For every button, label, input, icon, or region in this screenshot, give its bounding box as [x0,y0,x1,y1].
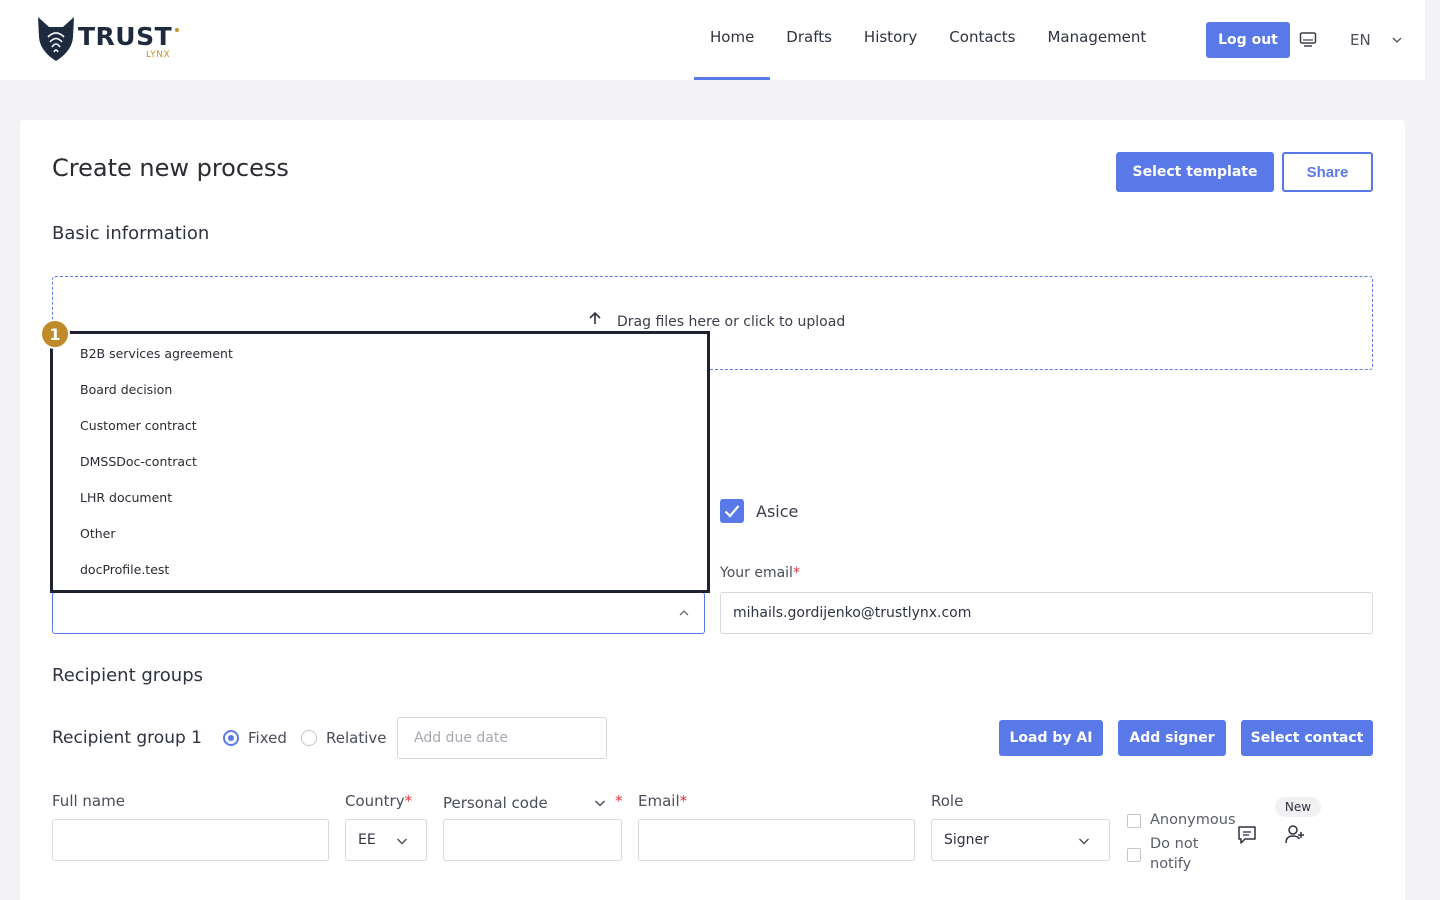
page-title: Create new process [52,154,289,182]
personal-code-input[interactable] [443,819,622,861]
upload-arrow-icon [589,311,601,324]
anonymous-label: Anonymous [1150,812,1236,828]
role-value: Signer [944,832,989,848]
monitor-icon[interactable] [1299,31,1317,49]
required-mark: * [404,792,413,810]
share-button[interactable]: Share [1282,152,1373,192]
comment-icon[interactable] [1236,824,1258,846]
dropdown-option[interactable]: LHR document [80,490,172,505]
select-contact-button[interactable]: Select contact [1241,720,1373,756]
new-badge: New [1275,797,1321,817]
step-badge: 1 [40,319,70,349]
logout-button[interactable]: Log out [1206,22,1290,58]
relative-radio[interactable] [301,730,317,746]
email-input[interactable] [638,819,915,861]
your-email-label: Your email* [720,565,800,581]
due-date-input[interactable]: Add due date [397,717,607,759]
nav-drafts[interactable]: Drafts [770,0,848,77]
basic-information-heading: Basic information [52,223,210,244]
recipient-group-title: Recipient group 1 [52,728,202,748]
personal-code-label: Personal code [443,794,548,812]
add-user-icon[interactable] [1284,823,1306,845]
chevron-down-icon [397,838,407,845]
anonymous-checkbox[interactable] [1127,814,1141,828]
nav-management[interactable]: Management [1031,0,1162,77]
your-email-value: mihails.gordijenko@trustlynx.com [733,605,972,621]
dropdown-option[interactable]: Board decision [80,382,172,397]
country-label-text: Country [345,792,405,810]
relative-label: Relative [326,729,387,747]
logo-subtitle: LYNX [145,50,171,60]
chevron-up-icon [679,610,689,616]
nav-home[interactable]: Home [694,0,771,80]
country-select[interactable]: EE [345,819,427,861]
your-email-field[interactable]: mihails.gordijenko@trustlynx.com [720,592,1373,634]
personal-code-required-mark: * [615,792,623,810]
upload-hint: Drag files here or click to upload [617,314,846,330]
country-label: Country* [345,792,412,810]
chevron-down-icon[interactable] [594,797,606,809]
required-mark: * [679,792,688,810]
asice-label: Asice [756,502,799,521]
main-nav: Home Drafts History Contacts Management [694,0,1162,80]
full-name-label: Full name [52,792,125,810]
logo-wordmark: TRUST [78,22,173,51]
dropdown-option[interactable]: Other [80,526,116,541]
role-label: Role [931,792,964,810]
fixed-radio[interactable] [223,730,239,746]
email-label: Email* [638,792,687,810]
dropdown-option[interactable]: B2B services agreement [80,346,233,361]
nav-history[interactable]: History [848,0,933,77]
select-template-button[interactable]: Select template [1116,152,1274,192]
chevron-down-icon [1079,838,1089,845]
document-type-dropdown: B2B services agreement Board decision Cu… [50,331,710,593]
do-not-notify-checkbox[interactable] [1127,848,1141,862]
email-label-text: Email [638,792,680,810]
recipient-groups-heading: Recipient groups [52,665,204,686]
document-type-select[interactable] [52,592,705,634]
fixed-label: Fixed [248,729,287,747]
full-name-input[interactable] [52,819,329,861]
dropdown-option[interactable]: docProfile.test [80,562,169,577]
load-by-ai-button[interactable]: Load by AI [999,720,1103,756]
your-email-label-text: Your email [720,565,793,581]
do-not-notify-label-line1: Do not [1150,836,1199,852]
dropdown-option[interactable]: DMSSDoc-contract [80,454,197,469]
logo-dot [175,28,180,32]
required-mark: * [792,565,800,581]
trustlynx-logo[interactable]: TRUST LYNX [36,17,180,63]
do-not-notify-label-line2: notify [1150,856,1192,872]
add-signer-button[interactable]: Add signer [1118,720,1226,756]
country-value: EE [358,832,376,848]
asice-checkbox[interactable] [720,499,744,523]
due-date-placeholder: Add due date [414,730,508,746]
lynx-head-icon [38,17,74,61]
dropdown-option[interactable]: Customer contract [80,418,197,433]
language-selector[interactable]: EN [1350,31,1371,49]
nav-contacts[interactable]: Contacts [933,0,1031,77]
checkmark-icon [724,505,740,518]
top-header: TRUST LYNX Home Drafts History Contacts … [0,0,1425,80]
role-select[interactable]: Signer [931,819,1110,861]
chevron-down-icon[interactable] [1391,34,1403,46]
